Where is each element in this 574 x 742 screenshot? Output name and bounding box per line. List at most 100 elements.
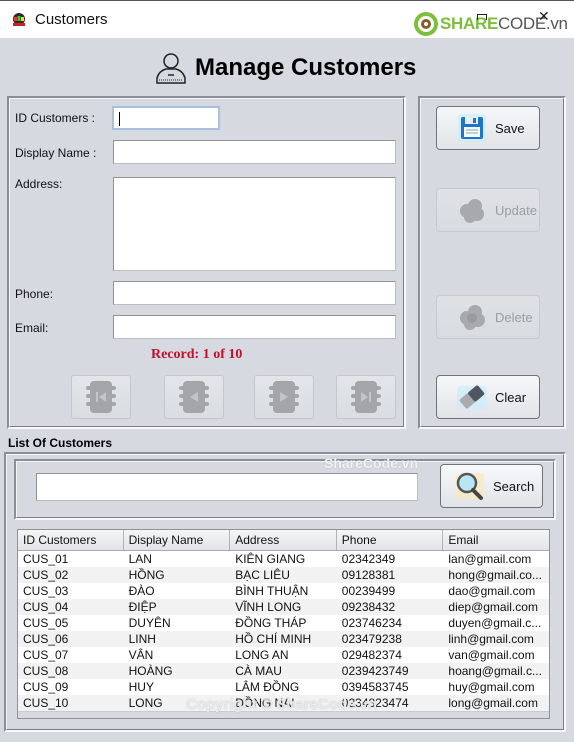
previous-icon (179, 381, 209, 413)
app-icon (13, 13, 25, 26)
cell-phone: 029482374 (341, 648, 402, 662)
update-button[interactable]: Update (436, 188, 540, 232)
cell-display-name: ĐIỆP (128, 600, 157, 614)
cell-address: BÌNH THUẬN (235, 584, 309, 598)
cell-display-name: HỒNG (128, 568, 165, 582)
save-button[interactable]: Save (436, 106, 540, 150)
cell-address: LONG AN (235, 648, 289, 662)
display-name-label: Display Name : (15, 146, 97, 160)
cell-address: KIÊN GIANG (235, 552, 306, 566)
save-label: Save (495, 120, 525, 136)
cell-address: ĐỒNG NAI (235, 696, 295, 710)
table-row[interactable]: CUS_10 LONG ĐỒNG NAI 0234823474 long@gmail.c… (18, 695, 549, 711)
clear-button[interactable]: Clear (436, 375, 540, 419)
phone-input[interactable] (113, 281, 396, 305)
update-label: Update (495, 202, 537, 218)
last-record-button[interactable] (336, 375, 396, 419)
column-header-id[interactable]: ID Customers (18, 530, 124, 550)
title-bar: Customers SHARE CODE.vn ✕ (0, 0, 574, 38)
search-icon (456, 472, 484, 500)
cell-id: CUS_04 (23, 600, 69, 614)
cell-id: CUS_08 (23, 664, 69, 678)
last-icon (351, 381, 381, 413)
table-row[interactable]: CUS_08 HOÀNG CÀ MAU 0239423749 hoang@gmail.c… (18, 663, 549, 679)
cell-email: lan@gmail.com (448, 552, 532, 566)
brand-share-text: SHARE (440, 14, 499, 33)
table-row[interactable]: CUS_05 DUYÊN ĐỒNG THÁP 023746234 duyen@gmail… (18, 615, 549, 631)
save-icon (458, 114, 486, 142)
column-header-phone[interactable]: Phone (337, 530, 444, 550)
first-icon (86, 381, 116, 413)
eraser-icon (457, 385, 487, 410)
close-button[interactable]: ✕ (538, 9, 550, 23)
cell-display-name: LINH (128, 632, 156, 646)
cell-address: CÀ MAU (235, 664, 282, 678)
list-title: List Of Customers (8, 436, 113, 450)
id-customers-input[interactable] (112, 106, 220, 130)
email-label: Email: (15, 321, 49, 335)
search-label: Search (493, 478, 535, 494)
cell-phone: 02342349 (341, 552, 396, 566)
cell-email: duyen@gmail.c... (448, 616, 542, 630)
cell-phone: 00239499 (341, 584, 396, 598)
search-input[interactable] (36, 473, 418, 501)
cell-display-name: VÂN (128, 648, 154, 662)
customers-table: ID Customers Display Name Address Phone … (17, 529, 550, 719)
update-icon (460, 199, 484, 223)
page-title: Manage Customers (153, 48, 416, 88)
cell-display-name: ĐÀO (128, 584, 155, 598)
cell-phone: 0394583745 (341, 680, 409, 694)
cell-phone: 09238432 (341, 600, 396, 614)
table-header: ID Customers Display Name Address Phone … (18, 530, 549, 551)
cell-display-name: HOÀNG (128, 664, 173, 678)
cell-id: CUS_01 (23, 552, 69, 566)
cell-email: hoang@gmail.c... (448, 664, 542, 678)
cell-id: CUS_09 (23, 680, 69, 694)
search-button[interactable]: Search (440, 464, 543, 508)
table-row[interactable]: CUS_06 LINH HỒ CHÍ MINH 023479238 linh@gmail… (18, 631, 549, 647)
first-record-button[interactable] (71, 375, 131, 419)
cell-address: VĨNH LONG (235, 600, 302, 614)
table-row[interactable]: CUS_09 HUY LÂM ĐỒNG 0394583745 huy@gmail.com (18, 679, 549, 695)
window-title: Customers (35, 11, 108, 28)
next-icon (269, 381, 299, 413)
cell-phone: 0239423749 (341, 664, 409, 678)
cell-phone: 023479238 (341, 632, 402, 646)
cell-email: huy@gmail.com (448, 680, 535, 694)
cell-email: dao@gmail.com (448, 584, 536, 598)
display-name-input[interactable] (113, 140, 396, 164)
delete-label: Delete (495, 309, 533, 325)
cell-address: BẠC LIÊU (235, 568, 290, 582)
delete-button[interactable]: Delete (436, 295, 540, 339)
table-row[interactable]: CUS_04 ĐIỆP VĨNH LONG 09238432 diep@gmail.c… (18, 599, 549, 615)
maximize-button[interactable] (477, 14, 487, 20)
table-row[interactable]: CUS_03 ĐÀO BÌNH THUẬN 00239499 dao@gmail.com (18, 583, 549, 599)
email-input[interactable] (113, 315, 396, 339)
table-row[interactable]: CUS_01 LAN KIÊN GIANG 02342349 lan@gmail.com (18, 551, 549, 567)
cell-id: CUS_05 (23, 616, 69, 630)
previous-record-button[interactable] (164, 375, 224, 419)
cell-email: diep@gmail.com (448, 600, 538, 614)
cell-display-name: LAN (128, 552, 152, 566)
column-header-email[interactable]: Email (443, 530, 549, 550)
next-record-button[interactable] (254, 375, 314, 419)
brand-code-text: CODE.vn (498, 14, 568, 33)
cell-email: van@gmail.com (448, 648, 535, 662)
cell-id: CUS_10 (23, 696, 69, 710)
address-label: Address: (15, 177, 63, 191)
address-textarea[interactable] (113, 177, 396, 271)
table-row[interactable]: CUS_07 VÂN LONG AN 029482374 van@gmail.com (18, 647, 549, 663)
sharecode-logo-icon (414, 12, 438, 36)
user-icon (156, 53, 186, 84)
cell-email: linh@gmail.com (448, 632, 534, 646)
cell-phone: 09128381 (341, 568, 396, 582)
column-header-address[interactable]: Address (230, 530, 337, 550)
delete-icon (460, 305, 485, 330)
cell-id: CUS_03 (23, 584, 69, 598)
table-row[interactable]: CUS_02 HỒNG BẠC LIÊU 09128381 hong@gmail.co.… (18, 567, 549, 583)
cell-display-name: LONG (128, 696, 163, 710)
column-header-display-name[interactable]: Display Name (124, 530, 231, 550)
table-body: CUS_01 LAN KIÊN GIANG 02342349 lan@gmail.com… (18, 551, 549, 711)
cell-id: CUS_02 (23, 568, 69, 582)
cell-address: LÂM ĐỒNG (235, 680, 300, 694)
